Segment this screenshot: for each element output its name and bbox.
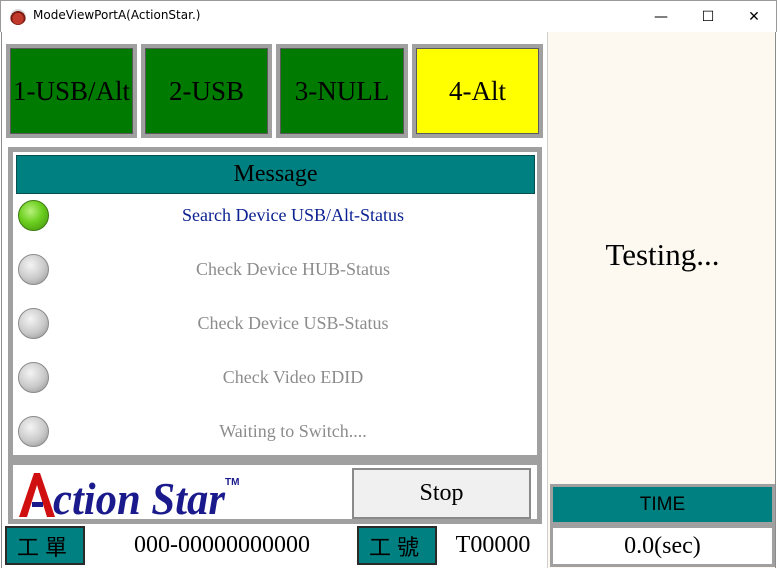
step-label: Check Video EDID [222, 367, 364, 387]
close-button[interactable]: ✕ [731, 1, 777, 32]
gray-led-icon [18, 308, 49, 339]
step-label: Check Device USB-Status [197, 313, 389, 333]
port-label-2: 2-USB [168, 75, 244, 106]
info-row: 工單 000-00000000000 工號 T00000 [2, 526, 548, 566]
step-label: Check Device HUB-Status [196, 259, 390, 279]
serial-label: 工號 [357, 526, 437, 565]
svg-text:TM: TM [225, 477, 239, 488]
green-led-icon [18, 200, 49, 231]
step-row: Check Device HUB-Status [13, 250, 537, 290]
step-row: Check Video EDID [13, 358, 537, 398]
step-row: Check Device USB-Status [13, 304, 537, 344]
time-header: TIME [550, 484, 775, 525]
port-button-1[interactable]: 1-USB/Alt [6, 44, 137, 138]
step-label: Waiting to Switch.... [219, 421, 367, 441]
work-order-value: 000-00000000000 [87, 526, 357, 565]
port-button-3[interactable]: 3-NULL [276, 44, 408, 138]
work-order-label: 工單 [5, 526, 85, 565]
status-panel: Testing... TIME 0.0(sec) [547, 32, 776, 568]
time-value: 0.0(sec) [550, 525, 775, 567]
port-label-3: 3-NULL [294, 75, 390, 106]
port-button-2[interactable]: 2-USB [141, 44, 272, 138]
message-panel: Message Search Device USB/Alt-Status Che… [8, 147, 542, 460]
gray-led-icon [18, 362, 49, 393]
svg-text:ction Star: ction Star [53, 474, 225, 521]
serial-value: T00000 [439, 526, 547, 565]
app-icon [10, 9, 26, 25]
port-button-4[interactable]: 4-Alt [412, 44, 543, 138]
title-bar: ModeViewPortA(ActionStar.) — ☐ ✕ [0, 0, 777, 32]
gray-led-icon [18, 254, 49, 285]
status-text: Testing... [605, 237, 720, 272]
step-label: Search Device USB/Alt-Status [182, 205, 404, 225]
stop-button[interactable]: Stop [352, 468, 531, 519]
main-panel: 1-USB/Alt 2-USB 3-NULL 4-Alt Message Sea… [1, 32, 547, 568]
port-label-1: 1-USB/Alt [12, 75, 131, 106]
port-label-4: 4-Alt [449, 75, 506, 106]
gray-led-icon [18, 416, 49, 447]
control-panel: ction Star TM Stop [8, 460, 542, 524]
step-row: Search Device USB/Alt-Status [13, 196, 537, 236]
step-row: Waiting to Switch.... [13, 412, 537, 452]
maximize-button[interactable]: ☐ [685, 1, 731, 32]
minimize-button[interactable]: — [638, 1, 684, 32]
window-title: ModeViewPortA(ActionStar.) [33, 8, 201, 22]
message-header: Message [16, 155, 535, 194]
action-star-logo: ction Star TM [19, 473, 239, 521]
